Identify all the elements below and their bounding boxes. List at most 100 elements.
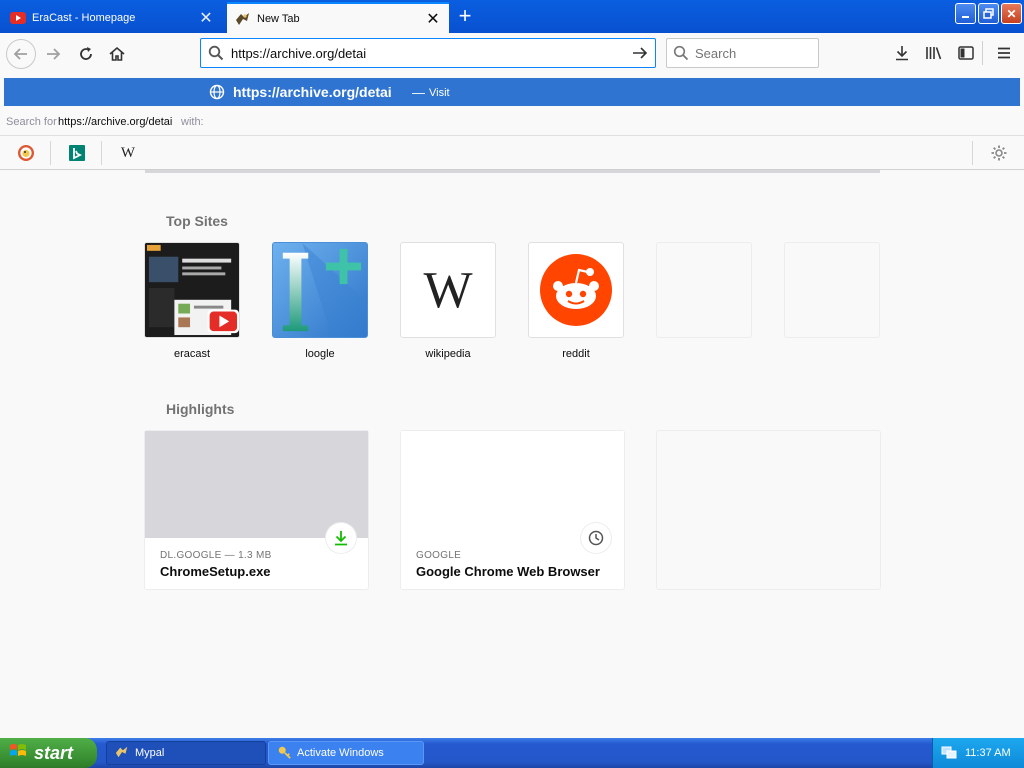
one-off-search-engines: W bbox=[0, 135, 1024, 168]
highlights-heading: Highlights bbox=[166, 401, 235, 417]
new-tab-button[interactable]: + bbox=[452, 4, 478, 30]
card-source: GOOGLE bbox=[416, 550, 462, 561]
tab-title: New Tab bbox=[257, 12, 300, 25]
start-button[interactable]: start bbox=[0, 738, 97, 768]
home-button[interactable] bbox=[103, 40, 131, 68]
download-icon bbox=[326, 523, 356, 553]
reddit-logo-icon bbox=[528, 242, 624, 338]
highlight-card[interactable]: DL.GOOGLE — 1.3 MB ChromeSetup.exe bbox=[144, 430, 369, 590]
search-input[interactable] bbox=[695, 45, 805, 61]
tab-strip: EraCast - Homepage ✕ New Tab ✕ + ✕ bbox=[0, 0, 1024, 33]
wikipedia-logo-icon: W bbox=[400, 242, 496, 338]
engine-separator bbox=[101, 141, 102, 165]
close-tab-icon[interactable]: ✕ bbox=[196, 8, 216, 28]
card-preview bbox=[401, 431, 624, 538]
reload-button[interactable] bbox=[72, 40, 100, 68]
bing-icon[interactable] bbox=[66, 142, 88, 164]
duckduckgo-icon[interactable] bbox=[15, 142, 37, 164]
forward-button[interactable] bbox=[39, 40, 67, 68]
site-thumbnail bbox=[272, 242, 368, 338]
engine-separator bbox=[50, 141, 51, 165]
hamburger-menu-icon bbox=[998, 47, 1010, 59]
windows-taskbar: start Mypal Activate Windows 11:37 AM bbox=[0, 738, 1024, 768]
taskbar-item-activate-windows[interactable]: Activate Windows bbox=[268, 741, 424, 765]
top-site-tile[interactable]: reddit bbox=[528, 242, 624, 360]
site-label: eracast bbox=[173, 348, 211, 360]
clock-icon bbox=[581, 523, 611, 553]
reload-icon bbox=[80, 47, 92, 60]
search-for-row: Search for https://archive.org/detai wit… bbox=[0, 111, 1024, 133]
activate-windows-icon bbox=[277, 745, 291, 762]
restore-window-button[interactable] bbox=[978, 3, 999, 24]
arrow-left-icon bbox=[13, 48, 27, 60]
search-icon bbox=[667, 45, 695, 61]
task-label: Activate Windows bbox=[297, 747, 384, 759]
search-settings-gear-icon[interactable] bbox=[988, 142, 1010, 164]
network-icon[interactable] bbox=[941, 744, 957, 763]
url-autocomplete-popup: https://archive.org/detai — Visit Search… bbox=[0, 75, 1024, 170]
start-label: start bbox=[34, 742, 74, 763]
menu-button[interactable] bbox=[992, 41, 1016, 65]
highlight-card[interactable]: GOOGLE Google Chrome Web Browser bbox=[400, 430, 625, 590]
search-icon bbox=[201, 45, 231, 61]
site-label: loogle bbox=[305, 348, 335, 360]
go-arrow-icon[interactable] bbox=[625, 45, 655, 61]
close-tab-icon[interactable]: ✕ bbox=[423, 9, 443, 29]
site-thumbnail bbox=[144, 242, 240, 338]
search-area-divider bbox=[145, 170, 880, 173]
empty-site-slot bbox=[784, 242, 880, 338]
top-site-tile[interactable]: eracast bbox=[144, 242, 240, 360]
suggestion-separator: — bbox=[412, 85, 425, 100]
toolbar-separator bbox=[982, 41, 983, 65]
suggestion-url: https://archive.org/detai bbox=[233, 84, 392, 100]
youtube-like-icon bbox=[10, 10, 26, 26]
url-bar[interactable] bbox=[200, 38, 656, 68]
downloads-button[interactable] bbox=[890, 41, 914, 65]
tab-eracast[interactable]: EraCast - Homepage ✕ bbox=[2, 2, 222, 33]
empty-highlight-slot bbox=[656, 430, 881, 590]
library-button[interactable] bbox=[922, 41, 946, 65]
search-bar[interactable] bbox=[666, 38, 819, 68]
search-for-suffix: with: bbox=[181, 116, 204, 128]
mypal-app-icon bbox=[115, 745, 129, 762]
engine-separator bbox=[972, 141, 973, 165]
top-site-tile[interactable]: loogle bbox=[272, 242, 368, 360]
task-label: Mypal bbox=[135, 747, 165, 759]
taskbar-item-mypal[interactable]: Mypal bbox=[106, 741, 266, 765]
search-for-query: https://archive.org/detai bbox=[58, 116, 173, 128]
close-window-button[interactable]: ✕ bbox=[1001, 3, 1022, 24]
search-for-prefix: Search for bbox=[6, 116, 57, 128]
system-tray: 11:37 AM bbox=[932, 738, 1024, 768]
tab-new-tab[interactable]: New Tab ✕ bbox=[227, 2, 449, 33]
site-thumbnail bbox=[784, 242, 880, 338]
minimize-window-button[interactable] bbox=[955, 3, 976, 24]
library-icon bbox=[926, 47, 942, 60]
card-preview bbox=[145, 431, 368, 538]
wikipedia-icon[interactable]: W bbox=[117, 142, 139, 164]
sidebar-toggle-button[interactable] bbox=[954, 41, 978, 65]
site-label: reddit bbox=[562, 348, 590, 360]
new-tab-page: Top Sites eracast loogle W wikipedia red… bbox=[0, 170, 1024, 738]
sidebar-icon bbox=[958, 46, 974, 60]
suggestion-visit-row[interactable]: https://archive.org/detai — Visit bbox=[4, 78, 1020, 106]
site-thumbnail bbox=[656, 242, 752, 338]
download-icon bbox=[896, 46, 908, 61]
home-icon bbox=[109, 46, 125, 61]
navigation-toolbar bbox=[0, 33, 1024, 75]
empty-site-slot bbox=[656, 242, 752, 338]
card-title: Google Chrome Web Browser bbox=[416, 564, 600, 579]
back-button[interactable] bbox=[6, 39, 36, 69]
top-sites-heading: Top Sites bbox=[166, 213, 228, 229]
eracast-favicon-icon bbox=[235, 11, 251, 27]
card-source: DL.GOOGLE — 1.3 MB bbox=[160, 550, 272, 561]
suggestion-action: Visit bbox=[429, 87, 450, 99]
url-input[interactable] bbox=[231, 40, 625, 66]
clock[interactable]: 11:37 AM bbox=[965, 747, 1011, 759]
arrow-right-icon bbox=[47, 48, 61, 60]
globe-icon bbox=[209, 84, 225, 103]
tab-title: EraCast - Homepage bbox=[32, 11, 136, 24]
card-title: ChromeSetup.exe bbox=[160, 564, 271, 579]
windows-flag-icon bbox=[8, 741, 28, 766]
site-label: wikipedia bbox=[425, 348, 471, 360]
top-site-tile[interactable]: W wikipedia bbox=[400, 242, 496, 360]
